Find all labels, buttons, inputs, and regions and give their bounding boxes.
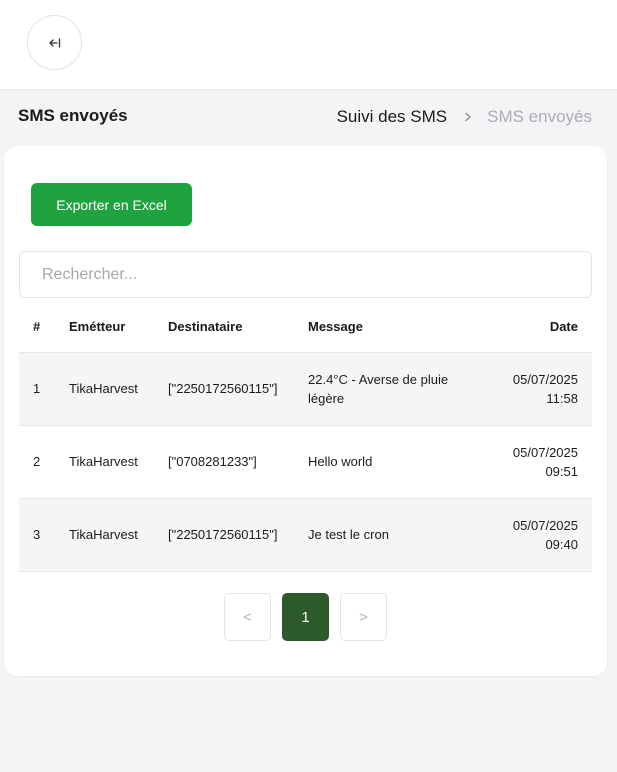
page-1-button[interactable]: 1 [282, 593, 329, 641]
row-sender: TikaHarvest [69, 381, 138, 396]
row-time: 11:58 [546, 390, 578, 406]
back-button[interactable] [27, 15, 82, 70]
row-time: 09:51 [545, 463, 578, 479]
row-recipient: ["0708281233"] [168, 454, 257, 469]
table-row: 1 TikaHarvest ["2250172560115"] 22.4°C -… [19, 352, 592, 425]
table-row: 3 TikaHarvest ["2250172560115"] Je test … [19, 498, 592, 571]
row-recipient: ["2250172560115"] [168, 381, 278, 396]
row-date: 05/07/2025 [512, 371, 578, 387]
export-excel-button[interactable]: Exporter en Excel [31, 183, 192, 226]
row-number: 2 [33, 454, 41, 469]
column-header-number: # [19, 302, 69, 353]
search-input[interactable] [19, 251, 592, 298]
column-header-message: Message [308, 302, 488, 353]
breadcrumb: Suivi des SMS SMS envoyés [337, 107, 592, 127]
row-number: 1 [33, 381, 41, 396]
row-date-cell: 05/07/2025 09:51 [488, 425, 592, 498]
table-row: 2 TikaHarvest ["0708281233"] Hello world… [19, 425, 592, 498]
chevron-right-icon [465, 112, 471, 122]
row-date: 05/07/2025 [512, 444, 578, 460]
row-message: 22.4°C - Averse de pluie légère [308, 371, 449, 406]
row-sender: TikaHarvest [69, 454, 138, 469]
table-header-row: # Emétteur Destinataire Message Date [19, 302, 592, 353]
pagination: < 1 > [4, 593, 607, 641]
top-bar [0, 0, 617, 90]
breadcrumb-parent-link[interactable]: Suivi des SMS [337, 107, 448, 127]
breadcrumb-current: SMS envoyés [487, 107, 592, 126]
row-message: Je test le cron [308, 527, 389, 542]
column-header-sender: Emétteur [69, 302, 168, 353]
content-card: Exporter en Excel # Emétteur Destinatair… [4, 146, 607, 676]
sms-table: # Emétteur Destinataire Message Date 1 T… [19, 302, 592, 572]
row-time: 09:40 [545, 536, 578, 552]
next-page-button[interactable]: > [340, 593, 387, 641]
row-recipient: ["2250172560115"] [168, 527, 278, 542]
column-header-recipient: Destinataire [168, 302, 308, 353]
previous-page-button[interactable]: < [224, 593, 271, 641]
row-date: 05/07/2025 [512, 517, 578, 533]
page-title: SMS envoyés [18, 106, 128, 125]
row-sender: TikaHarvest [69, 527, 138, 542]
row-number: 3 [33, 527, 41, 542]
row-date-cell: 05/07/2025 11:58 [488, 352, 592, 425]
row-date-cell: 05/07/2025 09:40 [488, 498, 592, 571]
row-message: Hello world [308, 454, 373, 469]
arrow-left-to-bar-icon [48, 37, 60, 48]
column-header-date: Date [488, 302, 592, 353]
